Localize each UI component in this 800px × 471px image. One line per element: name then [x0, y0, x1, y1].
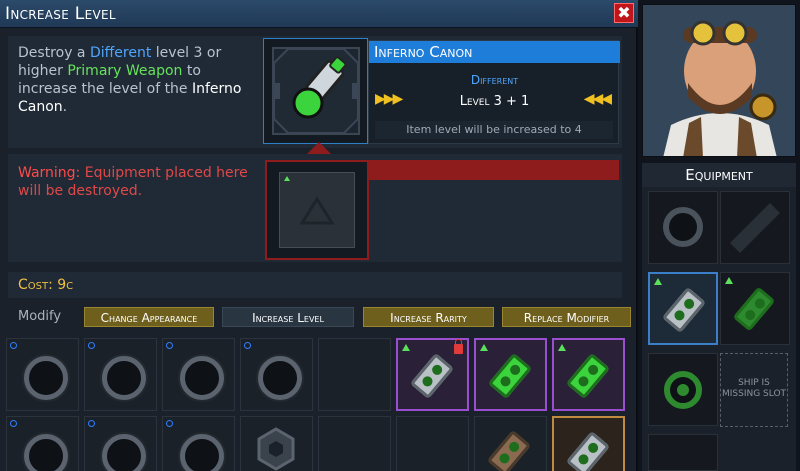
item-info-card: Inferno Canon Different ▶▶▶ Level 3 + 1 … [368, 40, 620, 144]
inventory-slot[interactable] [240, 338, 313, 411]
tab-replace-modifier[interactable]: Replace Modifier [502, 307, 631, 327]
slot-type-icon [558, 344, 566, 351]
pilot-avatar [643, 5, 795, 156]
lock-icon[interactable] [454, 339, 463, 354]
tab-change-appearance[interactable]: Change Appearance [84, 307, 214, 327]
empty-slot-frame [279, 172, 355, 248]
shield-ring-icon [663, 207, 703, 247]
close-button[interactable]: ✖ [614, 3, 634, 23]
sacrifice-slot[interactable] [265, 160, 369, 260]
missing-slot: SHIP IS MISSING SLOT [720, 353, 788, 427]
inventory-slot[interactable] [552, 416, 625, 471]
empty-slot-triangle-icon [284, 176, 335, 225]
inventory-slot[interactable] [240, 416, 313, 471]
inventory-slot[interactable] [318, 338, 391, 411]
item-level: Level 3 + 1 [459, 94, 530, 109]
inventory-slot[interactable] [474, 416, 547, 471]
green-ring-icon [664, 371, 702, 409]
weapon-icon [487, 352, 533, 400]
pilot-portrait [642, 4, 796, 157]
inventory-grid [4, 334, 634, 471]
hex-bolt-icon [257, 427, 295, 471]
equipment-panel: Equipment SHIP IS MISSING SLOT [642, 163, 796, 471]
equipment-slot[interactable] [648, 353, 718, 426]
slot-marker-icon [88, 420, 95, 427]
sacrifice-panel: Warning: Equipment placed here will be d… [8, 154, 622, 262]
dialog-title: Increase Level [5, 4, 116, 24]
increase-level-dialog: Increase Level ✖ Destroy a Different lev… [0, 0, 638, 471]
arrows-left-icon: ◀◀◀ [583, 91, 612, 107]
slot-type-icon [402, 344, 410, 351]
inventory-slot[interactable] [162, 338, 235, 411]
desc-text: . [62, 99, 68, 115]
game-screen: Increase Level ✖ Destroy a Different lev… [0, 0, 800, 471]
equipment-slot[interactable] [720, 191, 790, 264]
item-name-header: Inferno Canon [369, 41, 620, 63]
warning-label: Warning: [18, 165, 81, 181]
inferno-canon-icon [268, 48, 364, 134]
equipment-title: Equipment [642, 163, 796, 187]
weapon-icon [661, 286, 707, 334]
desc-weapon-type: Primary Weapon [67, 63, 183, 79]
up-arrow-icon [307, 142, 331, 154]
weapon-icon [409, 352, 455, 400]
desc-rarity: Different [89, 45, 152, 61]
slot-marker-icon [166, 420, 173, 427]
slot-marker-icon [88, 342, 95, 349]
slot-type-icon [654, 278, 662, 285]
modify-tab-bar: Modify Change Appearance Increase Level … [8, 305, 631, 329]
tab-increase-rarity[interactable]: Increase Rarity [363, 307, 494, 327]
weapon-icon [565, 430, 611, 471]
target-item-frame [268, 47, 364, 135]
inventory-slot[interactable] [318, 416, 391, 471]
inventory-slot[interactable] [396, 338, 469, 411]
equipment-slot[interactable] [648, 191, 718, 264]
title-bar: Increase Level ✖ [0, 0, 638, 28]
inventory-slot[interactable] [6, 338, 79, 411]
inventory-slot[interactable] [552, 338, 625, 411]
inventory-slot[interactable] [84, 416, 157, 471]
slot-marker-icon [10, 420, 17, 427]
upgrade-description: Destroy a Different level 3 or higher Pr… [18, 44, 258, 116]
inventory-slot[interactable] [84, 338, 157, 411]
slot-marker-icon [244, 342, 251, 349]
weapon-icon [486, 429, 532, 471]
equipment-slot[interactable] [648, 434, 718, 471]
weapon-icon [565, 352, 611, 400]
inventory-slot[interactable] [474, 338, 547, 411]
warning-bar [367, 160, 619, 180]
desc-text: Destroy a [18, 45, 90, 61]
slot-marker-icon [10, 342, 17, 349]
tab-increase-level[interactable]: Increase Level [222, 307, 354, 327]
slot-marker-icon [166, 342, 173, 349]
slot-type-icon [725, 277, 733, 284]
item-rarity: Different [470, 73, 519, 87]
equipment-slot-selected[interactable] [648, 272, 718, 345]
inventory-slot[interactable] [162, 416, 235, 471]
inventory-slot[interactable] [6, 416, 79, 471]
weapon-icon [732, 286, 776, 332]
modify-label: Modify [18, 309, 62, 324]
cost-label: Cost: 9c [8, 272, 622, 298]
inventory-slot[interactable] [396, 416, 469, 471]
warning-text: Warning: Equipment placed here will be d… [18, 164, 258, 200]
level-increase-note: Item level will be increased to 4 [375, 121, 613, 139]
target-item-slot[interactable] [263, 38, 368, 144]
equipment-slot[interactable] [720, 272, 790, 345]
empty-slot-icon [730, 203, 780, 253]
slot-type-icon [480, 344, 488, 351]
